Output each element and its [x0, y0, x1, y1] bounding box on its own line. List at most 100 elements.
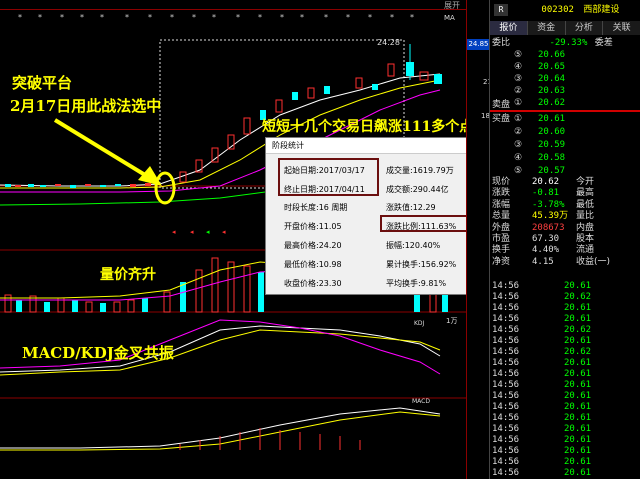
tick-price: 20.61 [564, 336, 592, 346]
svg-text:*: * [346, 13, 350, 22]
tick-row: 14:56 20.61 [490, 336, 640, 347]
macd-bars [179, 428, 361, 450]
buy-level-index: ③ [514, 140, 523, 150]
quote-row: 现价 20.62 今开 [490, 177, 640, 188]
quote-label-2: 最低 [576, 199, 595, 210]
sell-level-price: 20.64 [538, 74, 566, 84]
quote-label: 净资 [492, 256, 511, 267]
quote-label: 换手 [492, 245, 511, 256]
quote-label: 市盈 [492, 234, 511, 244]
tick-row: 14:56 20.61 [490, 380, 640, 391]
svg-text:*: * [125, 13, 129, 22]
quote-label-2: 今开 [576, 177, 595, 187]
quote-label: 总量 [492, 211, 511, 222]
svg-text:◂: ◂ [222, 228, 226, 236]
quote-row: 换手 4.40% 流通 [490, 245, 640, 256]
tick-row: 14:56 20.61 [490, 413, 640, 424]
stock-title: R 002302 西部建设 [490, 3, 640, 17]
buy-level-index: ① [514, 114, 523, 124]
quote-row: 涨跌 -0.81 最高 [490, 188, 640, 199]
svg-text:*: * [148, 13, 152, 22]
buy-level-price: 20.59 [538, 140, 566, 150]
tick-row: 14:56 20.61 [490, 303, 640, 314]
svg-text:*: * [192, 13, 196, 22]
tick-time: 14:56 [492, 292, 520, 302]
tick-time: 14:56 [492, 336, 520, 346]
quote-panel: R 002302 西部建设 报价 资金 分析 关联 委比 -29.33% 委差 … [489, 0, 640, 479]
amount: 成交额:290.44亿 [386, 185, 449, 194]
svg-text:*: * [324, 13, 328, 22]
dialog-title: 阶段统计 [266, 138, 490, 154]
svg-text:*: * [300, 13, 304, 22]
tick-row: 14:56 20.61 [490, 446, 640, 457]
tick-time: 14:56 [492, 347, 520, 357]
tick-price: 20.61 [564, 314, 592, 324]
pct-highlight [380, 215, 470, 232]
cum-turnover: 累计换手:156.92% [386, 260, 457, 269]
tick-price: 20.61 [564, 281, 592, 291]
quote-value: 45.39万 [532, 211, 569, 222]
close-price: 收盘价格:23.30 [284, 279, 342, 288]
quote-row: 外盘 208673 内盘 [490, 223, 640, 234]
tick-price: 20.62 [564, 347, 592, 357]
quote-label-2: 股本 [576, 234, 595, 244]
svg-text:*: * [236, 13, 240, 22]
buy-level-index: ⑤ [514, 166, 523, 176]
tick-time: 14:56 [492, 380, 520, 390]
annotation-picked: 2月17日用此战法选中 [10, 97, 162, 115]
svg-text:*: * [258, 13, 262, 22]
sell-level-price: 20.66 [538, 50, 566, 60]
quote-value: -0.81 [532, 188, 560, 199]
kdj-label: KDJ [414, 320, 425, 327]
tick-price: 20.61 [564, 303, 592, 313]
panel-tabs: 报价 资金 分析 关联 [490, 21, 640, 35]
tick-price: 20.61 [564, 457, 592, 467]
quote-row: 市盈 67.30 股本 [490, 234, 640, 245]
chart-area[interactable]: 展开 **** **** **** **** *** [0, 0, 491, 479]
svg-text:*: * [60, 13, 64, 22]
tab-analysis[interactable]: 分析 [565, 21, 604, 35]
tick-time: 14:56 [492, 358, 520, 368]
svg-text:*: * [38, 13, 42, 22]
tick-row: 14:56 20.61 [490, 314, 640, 325]
buy-level-price: 20.58 [538, 153, 566, 163]
tick-row: 14:56 20.61 [490, 424, 640, 435]
badge: R [494, 4, 508, 16]
tab-related[interactable]: 关联 [603, 21, 640, 35]
tick-time: 14:56 [492, 303, 520, 313]
annotation-resonance: MACD/KDJ金叉共振 [22, 344, 174, 362]
buy-level-index: ② [514, 127, 523, 137]
tick-row: 14:56 20.61 [490, 391, 640, 402]
tick-price: 20.61 [564, 413, 592, 423]
sell-level-row: ④ 20.65 [490, 61, 640, 73]
svg-text:◂: ◂ [172, 228, 176, 236]
tab-quote[interactable]: 报价 [490, 21, 528, 35]
buy-level-price: 20.60 [538, 127, 566, 137]
webi-row: 委比 -29.33% 委差 [492, 38, 613, 48]
stock-code: 002302 [541, 5, 574, 15]
sell-level-index: ① [514, 98, 523, 108]
quote-value: 4.40% [532, 245, 560, 256]
svg-text:*: * [212, 13, 216, 22]
sell-level-price: 20.63 [538, 86, 566, 96]
tick-time: 14:56 [492, 446, 520, 456]
tick-price: 20.61 [564, 468, 592, 478]
svg-text:*: * [280, 13, 284, 22]
stats-dialog[interactable]: 阶段统计 ✕ 起始日期:2017/03/17 终止日期:2017/04/11 时… [265, 137, 491, 295]
price-axis: 24.85 21 18 [466, 0, 492, 479]
tick-row: 14:56 20.61 [490, 468, 640, 479]
tick-price: 20.61 [564, 358, 592, 368]
annotation-volprice: 量价齐升 [100, 267, 156, 283]
tab-funds[interactable]: 资金 [527, 21, 566, 35]
sell-level-index: ⑤ [514, 50, 523, 60]
buy-level-index: ④ [514, 153, 523, 163]
stock-name: 西部建设 [583, 5, 620, 15]
svg-text:◂: ◂ [206, 228, 210, 236]
tick-price: 20.61 [564, 380, 592, 390]
quote-value: 67.30 [532, 234, 560, 244]
quote-label-2: 最高 [576, 188, 595, 199]
tick-price: 20.62 [564, 325, 592, 335]
sell-level-index: ④ [514, 62, 523, 72]
quote-row: 总量 45.39万 量比 [490, 211, 640, 222]
sell-level-price: 20.62 [538, 98, 566, 108]
